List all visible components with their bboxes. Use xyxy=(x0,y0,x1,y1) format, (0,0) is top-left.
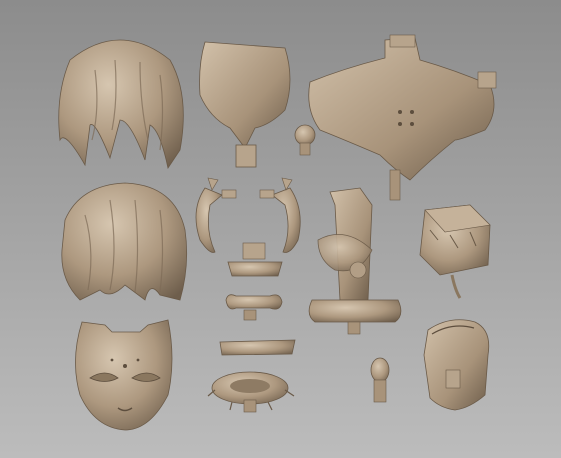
ornate-shield xyxy=(423,319,490,411)
hair-back xyxy=(61,182,188,301)
ribbon-band xyxy=(219,339,296,356)
pine-ornament xyxy=(370,357,390,403)
sculpt-parts-render xyxy=(0,0,561,458)
